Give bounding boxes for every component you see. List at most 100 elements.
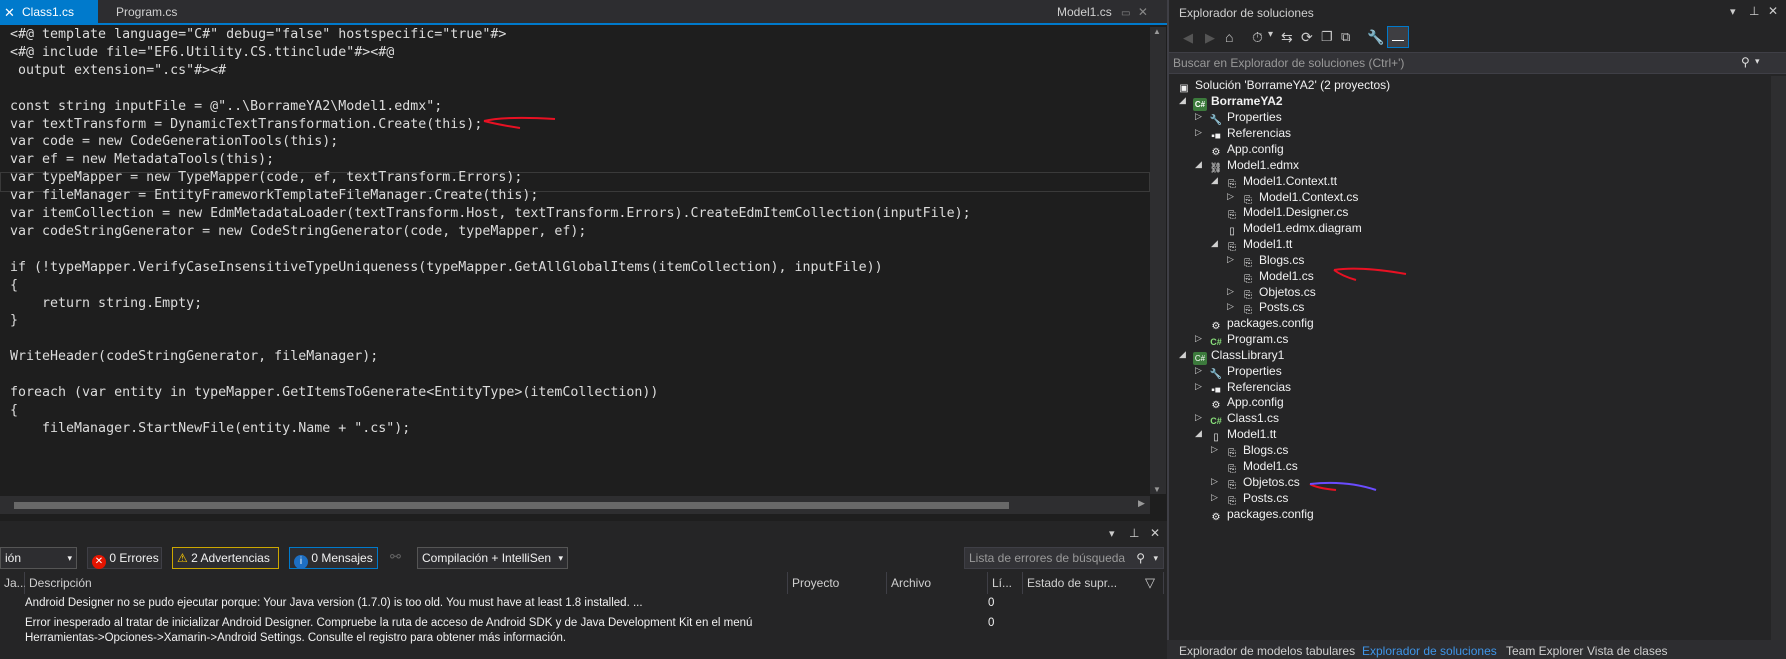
expand-arrow-icon[interactable]: ▷ — [1227, 254, 1237, 265]
col-code-label: Ja... — [4, 576, 27, 590]
panel-dropdown-icon[interactable]: ▾ — [1730, 5, 1736, 18]
pin-icon[interactable]: ⊥ — [1749, 4, 1759, 18]
chevron-down-icon[interactable]: ▾ — [1268, 29, 1273, 40]
solution-icon: ▣ — [1179, 83, 1189, 94]
pending-changes-icon[interactable]: ⇆ — [1281, 29, 1293, 46]
col-code[interactable]: Ja... — [0, 572, 27, 594]
expand-arrow-icon[interactable]: ▷ — [1195, 381, 1205, 392]
tree-item-label: BorrameYA2 — [1211, 94, 1283, 108]
solution-search-input[interactable]: Buscar en Explorador de soluciones (Ctrl… — [1169, 52, 1786, 74]
expand-arrow-icon[interactable]: ▷ — [1211, 444, 1221, 455]
error-line: 0 — [988, 597, 995, 609]
solution-explorer-panel: Explorador de soluciones ▾ ⊥ ✕ ◀ ▶ ⌂ ⏱ ▾… — [1167, 0, 1786, 659]
expand-arrow-icon[interactable]: ▷ — [1211, 492, 1221, 503]
messages-label: 0 Mensajes — [311, 551, 373, 565]
expand-arrow-icon[interactable]: ▷ — [1195, 127, 1205, 138]
home-icon[interactable]: ⌂ — [1225, 29, 1233, 45]
tt-file-icon: ⎘ — [1228, 179, 1236, 190]
build-filter-select[interactable]: Compilación + IntelliSen ▾ — [417, 547, 568, 569]
collapse-arrow-icon[interactable]: ◢ — [1179, 95, 1189, 106]
collapse-arrow-icon[interactable]: ◢ — [1179, 349, 1189, 360]
collapse-all-icon[interactable]: ❐ — [1321, 29, 1333, 45]
close-icon[interactable]: ✕ — [1768, 4, 1778, 18]
errors-filter-button[interactable]: ✕ 0 Errores — [87, 547, 162, 569]
close-icon[interactable]: ✕ — [1150, 526, 1160, 540]
scroll-right-icon[interactable]: ▶ — [1138, 498, 1145, 509]
forward-icon[interactable]: ▶ — [1205, 30, 1215, 46]
annotation-arrow-icon — [483, 116, 556, 129]
tree-item-label: Model1.edmx — [1227, 158, 1300, 172]
collapse-arrow-icon[interactable]: ◢ — [1195, 159, 1205, 170]
col-description[interactable]: Descripción — [25, 572, 788, 594]
code-editor[interactable]: <#@ template language="C#" debug="false"… — [0, 27, 1150, 494]
tree-item-label: App.config — [1227, 395, 1284, 409]
collapse-arrow-icon[interactable]: ◢ — [1195, 428, 1205, 439]
expand-arrow-icon[interactable]: ▷ — [1195, 412, 1205, 423]
tree-item-label: Model1.tt — [1227, 427, 1277, 441]
col-project[interactable]: Proyecto — [788, 572, 887, 594]
tab-team-explorer[interactable]: Team Explorer — [1506, 644, 1583, 659]
expand-arrow-icon[interactable]: ▷ — [1195, 365, 1205, 376]
tab-class1[interactable]: ✕ Class1.cs — [0, 0, 98, 25]
expand-arrow-icon[interactable]: ▷ — [1211, 476, 1221, 487]
search-icon: ⚲ — [1136, 551, 1145, 565]
sync-icon[interactable]: ⏱ — [1252, 29, 1263, 46]
panel-title: Explorador de soluciones — [1179, 6, 1314, 20]
tree-scrollbar[interactable] — [1771, 76, 1786, 641]
wrench-icon[interactable]: 🔧 — [1367, 29, 1384, 46]
error-description: Error inesperado al tratar de inicializa… — [25, 617, 753, 629]
collapse-arrow-icon[interactable]: ◢ — [1211, 238, 1221, 249]
table-row[interactable]: Android Designer no se pudo ejecutar por… — [0, 594, 1164, 614]
tab-model1-cs[interactable]: Model1.cs ▭ ✕ ▾ — [1053, 0, 1163, 45]
expand-arrow-icon[interactable]: ▷ — [1227, 301, 1237, 312]
expand-arrow-icon[interactable]: ▷ — [1227, 191, 1237, 202]
back-icon[interactable]: ◀ — [1183, 30, 1193, 46]
scroll-up-icon[interactable]: ▲ — [1153, 27, 1161, 36]
error-search-placeholder: Lista de errores de búsqueda — [969, 551, 1126, 565]
tree-item-label: Referencias — [1227, 126, 1292, 140]
panel-dropdown-icon[interactable]: ▾ — [1109, 527, 1115, 540]
tab-class-view[interactable]: Vista de clases — [1587, 644, 1668, 659]
warnings-label: 2 Advertencias — [191, 551, 270, 565]
tab-tabular-models[interactable]: Explorador de modelos tabulares — [1179, 644, 1355, 659]
tab-solution-explorer[interactable]: Explorador de soluciones — [1362, 644, 1497, 659]
warning-icon: ⚠ — [177, 551, 188, 565]
tree-item-label: Model1.edmx.diagram — [1243, 221, 1362, 235]
col-suppression-state[interactable]: Estado de supr... ▽ — [1023, 572, 1164, 594]
scroll-down-icon[interactable]: ▼ — [1153, 485, 1161, 494]
preview-selected-icon[interactable]: ⎼ — [1387, 26, 1409, 48]
col-file[interactable]: Archivo — [887, 572, 988, 594]
horizontal-scroll-thumb[interactable] — [14, 502, 1009, 509]
settings-icon[interactable]: ▭ — [1121, 8, 1130, 19]
close-icon[interactable]: ✕ — [4, 0, 15, 25]
tree-item-label: Objetos.cs — [1243, 475, 1300, 489]
tab-program[interactable]: Program.cs — [98, 0, 208, 25]
pin-icon[interactable]: ⊥ — [1129, 526, 1139, 540]
vertical-scrollbar[interactable]: ▲ ▼ — [1150, 27, 1166, 494]
tree-item-label: Model1.Context.cs — [1259, 190, 1359, 204]
close-icon[interactable]: ✕ — [1138, 5, 1148, 19]
chevron-down-icon: ▾ — [1153, 553, 1158, 563]
expand-arrow-icon[interactable]: ▷ — [1227, 286, 1237, 297]
col-line[interactable]: Lí... — [988, 572, 1023, 594]
tree-item-label: Properties — [1227, 364, 1282, 378]
warnings-filter-button[interactable]: ⚠ 2 Advertencias — [172, 547, 279, 569]
collapse-arrow-icon[interactable]: ◢ — [1211, 175, 1221, 186]
scope-select[interactable]: ión ▾ — [0, 547, 77, 569]
table-row[interactable]: Error inesperado al tratar de inicializa… — [0, 614, 1164, 648]
annotation-arrow-icon — [1309, 481, 1377, 491]
filter-icon[interactable]: ▽ — [1145, 572, 1155, 594]
filter-icon[interactable]: ⚯ — [390, 549, 401, 565]
tree-item-label: Program.cs — [1227, 332, 1289, 346]
messages-filter-button[interactable]: i 0 Mensajes — [289, 547, 378, 569]
csharp-project-icon: C# — [1193, 98, 1207, 111]
tree-item-label: Objetos.cs — [1259, 285, 1316, 299]
refresh-icon[interactable]: ⟳ — [1301, 29, 1313, 46]
expand-arrow-icon[interactable]: ▷ — [1195, 333, 1205, 344]
error-line: 0 — [988, 617, 995, 629]
expand-arrow-icon[interactable]: ▷ — [1195, 111, 1205, 122]
tree-item[interactable]: ⚙ packages.config — [1209, 505, 1314, 523]
show-all-files-icon[interactable]: ⧉ — [1341, 29, 1350, 45]
annotation-arrow-icon — [1333, 267, 1407, 281]
error-search-input[interactable]: Lista de errores de búsqueda ⚲ ▾ — [964, 547, 1164, 569]
